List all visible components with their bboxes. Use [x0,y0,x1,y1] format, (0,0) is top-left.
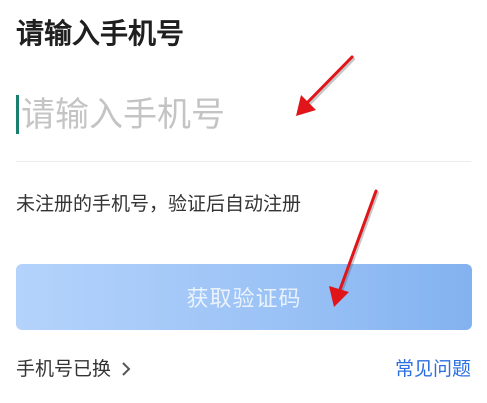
phone-changed-label: 手机号已换 [16,358,112,380]
get-code-label: 获取验证码 [186,287,302,312]
phone-input[interactable] [21,90,461,140]
faq-link[interactable]: 常见问题 [395,356,471,382]
phone-changed-link[interactable]: 手机号已换 [16,356,133,382]
text-caret [16,95,19,134]
input-divider [16,161,471,162]
get-code-button[interactable]: 获取验证码 [16,264,472,330]
page-title: 请输入手机号 [16,17,185,50]
login-page: 请输入手机号 未注册的手机号，验证后自动注册 获取验证码 手机号已换 常见问题 [0,0,487,403]
register-hint: 未注册的手机号，验证后自动注册 [16,193,302,215]
chevron-right-icon [119,360,133,378]
phone-field[interactable] [16,90,471,140]
